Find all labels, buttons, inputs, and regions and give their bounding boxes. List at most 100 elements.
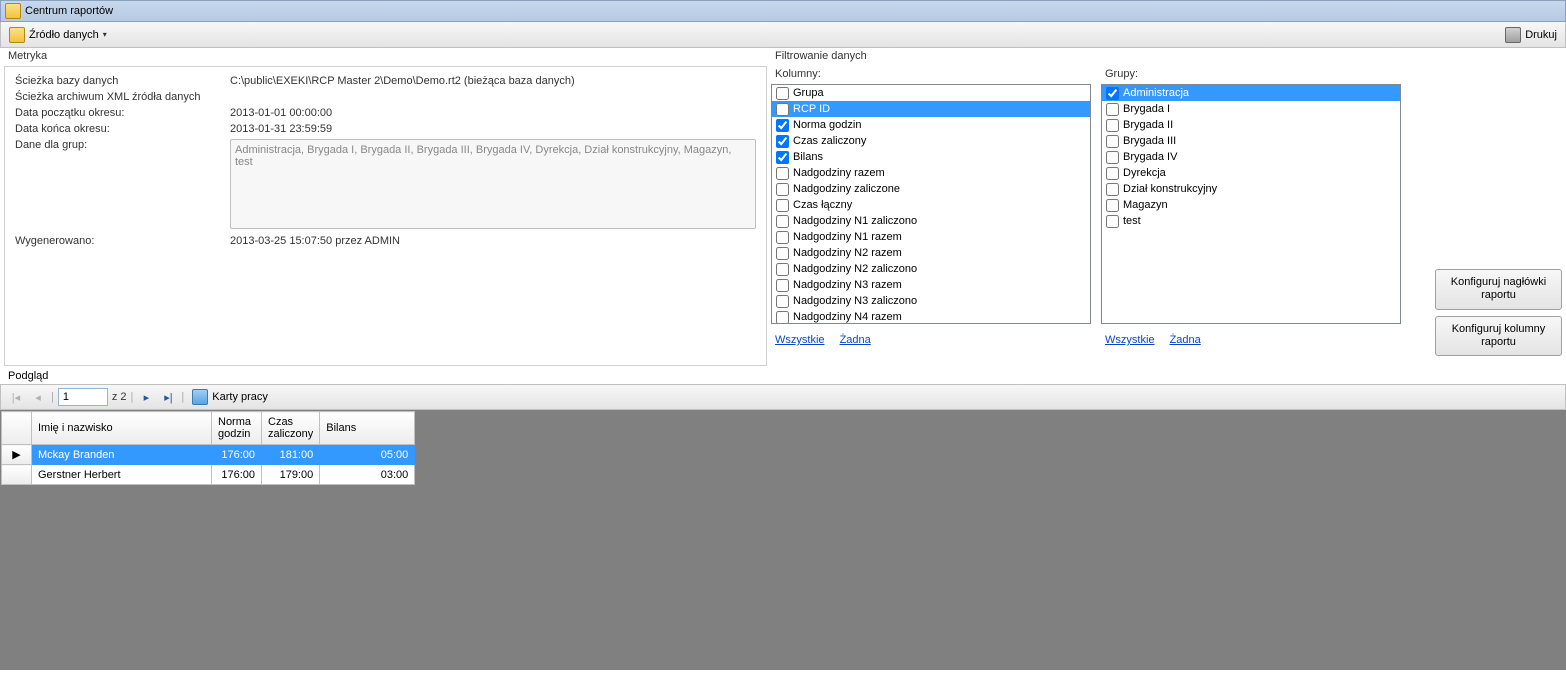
grupy-label: Grupy: — [1101, 66, 1401, 84]
cell-norma: 176:00 — [212, 465, 262, 485]
grupy-checkbox[interactable] — [1106, 135, 1119, 148]
kolumny-item[interactable]: Nadgodziny N2 zaliczono — [772, 261, 1090, 277]
kolumny-checkbox[interactable] — [776, 183, 789, 196]
configure-headers-button[interactable]: Konfiguruj nagłówki raportu — [1435, 269, 1562, 309]
kolumny-checkbox[interactable] — [776, 167, 789, 180]
kolumny-checkbox[interactable] — [776, 279, 789, 292]
kolumny-checkbox[interactable] — [776, 87, 789, 100]
report-area[interactable]: Imię i nazwiskoNorma godzinCzas zaliczon… — [0, 410, 1566, 670]
kolumny-checkbox[interactable] — [776, 151, 789, 164]
kolumny-item[interactable]: Nadgodziny razem — [772, 165, 1090, 181]
nav-page-input[interactable] — [58, 388, 108, 406]
kolumny-label: RCP ID — [793, 101, 830, 117]
grupy-label: Brygada I — [1123, 101, 1170, 117]
kolumny-checkbox[interactable] — [776, 103, 789, 116]
preview-nav-toolbar: |◂ ◂ | z 2 | ▸ ▸| | Karty pracy — [0, 384, 1566, 410]
kolumny-item[interactable]: Bilans — [772, 149, 1090, 165]
column-header[interactable]: Imię i nazwisko — [32, 412, 212, 445]
grupy-all-link[interactable]: Wszystkie — [1105, 334, 1155, 346]
kolumny-none-link[interactable]: Żadna — [840, 334, 871, 346]
table-row[interactable]: Gerstner Herbert176:00179:0003:00 — [2, 465, 415, 485]
nav-first-button[interactable]: |◂ — [7, 388, 25, 406]
column-header[interactable] — [2, 412, 32, 445]
kolumny-list[interactable]: GrupaRCP IDNorma godzinCzas zaliczonyBil… — [771, 84, 1091, 324]
kolumny-checkbox[interactable] — [776, 215, 789, 228]
grupy-item[interactable]: Dyrekcja — [1102, 165, 1400, 181]
column-header[interactable]: Czas zaliczony — [262, 412, 320, 445]
grupy-item[interactable]: test — [1102, 213, 1400, 229]
grupy-label: Administracja — [1123, 85, 1189, 101]
kolumny-item[interactable]: Nadgodziny zaliczone — [772, 181, 1090, 197]
grupy-item[interactable]: Magazyn — [1102, 197, 1400, 213]
column-header[interactable]: Bilans — [320, 412, 415, 445]
kolumny-item[interactable]: RCP ID — [772, 101, 1090, 117]
kolumny-label: Czas zaliczony — [793, 133, 866, 149]
kolumny-checkbox[interactable] — [776, 263, 789, 276]
filter-section-label: Filtrowanie danych — [771, 48, 1423, 66]
kolumny-item[interactable]: Czas zaliczony — [772, 133, 1090, 149]
kolumny-item[interactable]: Czas łączny — [772, 197, 1090, 213]
groups-label: Dane dla grup: — [15, 139, 230, 151]
kolumny-item[interactable]: Nadgodziny N1 zaliczono — [772, 213, 1090, 229]
period-end-value: 2013-01-31 23:59:59 — [230, 123, 756, 135]
print-button[interactable]: Drukuj — [1501, 25, 1561, 45]
db-path-value: C:\public\EXEKI\RCP Master 2\Demo\Demo.r… — [230, 75, 756, 87]
grupy-checkbox[interactable] — [1106, 183, 1119, 196]
kolumny-item[interactable]: Norma godzin — [772, 117, 1090, 133]
kolumny-item[interactable]: Nadgodziny N1 razem — [772, 229, 1090, 245]
grupy-label: Dyrekcja — [1123, 165, 1166, 181]
kolumny-label: Kolumny: — [771, 66, 1091, 84]
kolumny-label: Nadgodziny N4 razem — [793, 309, 902, 324]
kolumny-label: Norma godzin — [793, 117, 861, 133]
kolumny-checkbox[interactable] — [776, 231, 789, 244]
kolumny-label: Nadgodziny N2 razem — [793, 245, 902, 261]
grupy-label: Brygada IV — [1123, 149, 1177, 165]
grupy-item[interactable]: Brygada II — [1102, 117, 1400, 133]
nav-page-of: z 2 — [112, 391, 127, 403]
cell-norma: 176:00 — [212, 445, 262, 465]
kolumny-item[interactable]: Nadgodziny N3 razem — [772, 277, 1090, 293]
kolumny-item[interactable]: Nadgodziny N4 razem — [772, 309, 1090, 324]
grupy-item[interactable]: Brygada III — [1102, 133, 1400, 149]
grupy-checkbox[interactable] — [1106, 199, 1119, 212]
kolumny-checkbox[interactable] — [776, 311, 789, 324]
kolumny-label: Nadgodziny N3 razem — [793, 277, 902, 293]
configure-columns-button[interactable]: Konfiguruj kolumny raportu — [1435, 316, 1562, 356]
grupy-checkbox[interactable] — [1106, 151, 1119, 164]
column-header[interactable]: Norma godzin — [212, 412, 262, 445]
generated-value: 2013-03-25 15:07:50 przez ADMIN — [230, 235, 756, 247]
cell-bilans: 03:00 — [320, 465, 415, 485]
nav-prev-button[interactable]: ◂ — [29, 388, 47, 406]
kolumny-item[interactable]: Nadgodziny N3 zaliczono — [772, 293, 1090, 309]
kolumny-checkbox[interactable] — [776, 119, 789, 132]
datasource-label: Źródło danych — [29, 29, 99, 41]
grupy-checkbox[interactable] — [1106, 87, 1119, 100]
grupy-list[interactable]: AdministracjaBrygada IBrygada IIBrygada … — [1101, 84, 1401, 324]
nav-next-button[interactable]: ▸ — [137, 388, 155, 406]
kolumny-checkbox[interactable] — [776, 135, 789, 148]
kolumny-item[interactable]: Grupa — [772, 85, 1090, 101]
metryka-panel: Metryka Ścieżka bazy danych C:\public\EX… — [4, 48, 767, 366]
grupy-checkbox[interactable] — [1106, 103, 1119, 116]
kolumny-checkbox[interactable] — [776, 199, 789, 212]
karty-pracy-button[interactable]: Karty pracy — [188, 387, 272, 407]
cell-czas: 181:00 — [262, 445, 320, 465]
title-bar: Centrum raportów — [0, 0, 1566, 22]
datasource-button[interactable]: Źródło danych ▾ — [5, 25, 111, 45]
nav-last-button[interactable]: ▸| — [159, 388, 177, 406]
grupy-item[interactable]: Administracja — [1102, 85, 1400, 101]
grupy-checkbox[interactable] — [1106, 215, 1119, 228]
kolumny-item[interactable]: Nadgodziny N2 razem — [772, 245, 1090, 261]
grupy-none-link[interactable]: Żadna — [1170, 334, 1201, 346]
kolumny-all-link[interactable]: Wszystkie — [775, 334, 825, 346]
grupy-item[interactable]: Dział konstrukcyjny — [1102, 181, 1400, 197]
grupy-item[interactable]: Brygada I — [1102, 101, 1400, 117]
grupy-item[interactable]: Brygada IV — [1102, 149, 1400, 165]
grupy-label: Magazyn — [1123, 197, 1168, 213]
table-row[interactable]: ▶Mckay Branden176:00181:0005:00 — [2, 445, 415, 465]
kolumny-checkbox[interactable] — [776, 295, 789, 308]
grupy-checkbox[interactable] — [1106, 167, 1119, 180]
kolumny-checkbox[interactable] — [776, 247, 789, 260]
grupy-checkbox[interactable] — [1106, 119, 1119, 132]
grupy-label: Brygada II — [1123, 117, 1173, 133]
